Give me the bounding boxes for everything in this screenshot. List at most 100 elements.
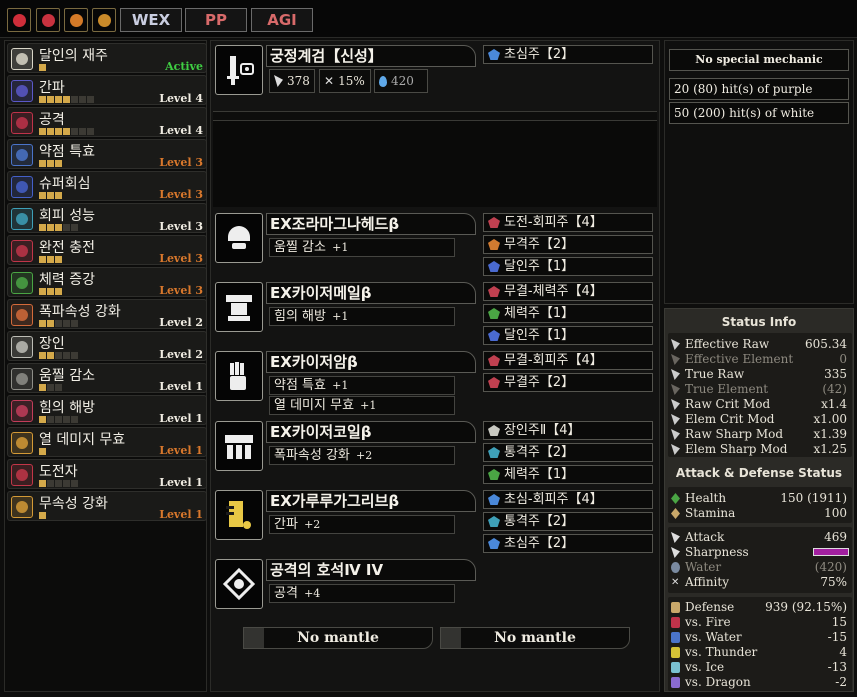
skill-level: Level 3	[159, 252, 203, 265]
chest-icon[interactable]	[215, 282, 263, 332]
armor-decoration[interactable]: 체력주【1】	[483, 465, 653, 484]
armor-decoration[interactable]: 초심-회피주【4】	[483, 490, 653, 509]
helm-icon[interactable]	[215, 213, 263, 263]
skill-name: 힘의 해방	[39, 400, 95, 416]
weapon-name[interactable]: 궁정계검【신성】	[266, 45, 476, 67]
armor-name[interactable]: EX카이저메일β	[266, 282, 476, 304]
armor-decoration[interactable]: 도전-회피주【4】	[483, 213, 653, 232]
skill-pip	[55, 480, 62, 487]
armor-name[interactable]: 공격의 호석Ⅳ IV	[266, 559, 476, 581]
status-icon	[671, 384, 680, 395]
evade-window-icon	[11, 208, 33, 230]
status-row: Effective Element 0	[669, 352, 851, 367]
waist-icon[interactable]	[215, 421, 263, 471]
skill-row[interactable]: 체력 증강 Level 3	[7, 267, 207, 297]
skill-row[interactable]: 폭파속성 강화 Level 2	[7, 299, 207, 329]
status-value: (42)	[822, 382, 847, 396]
skill-row[interactable]: 간파 Level 4	[7, 75, 207, 105]
armor-decoration[interactable]: 달인주【1】	[483, 257, 653, 276]
armor-skill: 힘의 해방 +1	[269, 307, 455, 326]
status-panel: Status Info Effective Raw 605.34 Effective…	[664, 308, 854, 692]
armor-decoration[interactable]: 체력주【1】	[483, 304, 653, 323]
armor-skill-name: 움찔 감소	[274, 240, 326, 255]
status-row: Elem Sharp Mod x1.25	[669, 442, 851, 457]
skill-level-pips	[39, 512, 46, 519]
skill-pip	[39, 96, 46, 103]
armor-decoration[interactable]: 통격주【2】	[483, 443, 653, 462]
skill-row[interactable]: 힘의 해방 Level 1	[7, 395, 207, 425]
skill-pip	[63, 480, 70, 487]
skill-name: 장인	[39, 336, 65, 352]
skill-row[interactable]: 완전 충전 Level 3	[7, 235, 207, 265]
defense-value: 15	[831, 615, 847, 629]
skill-row[interactable]: 회피 성능 Level 3	[7, 203, 207, 233]
skill-pip	[63, 128, 70, 135]
skill-pip	[39, 64, 46, 71]
skill-row[interactable]: 열 데미지 무효 Level 1	[7, 427, 207, 457]
armor-decoration[interactable]: 무격주【2】	[483, 235, 653, 254]
decoration-gem-icon	[488, 377, 500, 388]
skill-pip	[47, 128, 54, 135]
orange-flag-icon[interactable]	[92, 8, 116, 32]
armor-decoration[interactable]: 달인주【1】	[483, 326, 653, 345]
armor-name[interactable]: EX조라마그나헤드β	[266, 213, 476, 235]
skill-level: Level 2	[159, 316, 203, 329]
charm-icon[interactable]	[215, 559, 263, 609]
skill-pip	[39, 512, 46, 519]
armor-name[interactable]: EX카이저암β	[266, 351, 476, 373]
status-value: 0	[839, 352, 847, 366]
skill-row[interactable]: 슈퍼회심 Level 3	[7, 171, 207, 201]
status-value: x1.4	[821, 397, 847, 411]
armor-decoration[interactable]: 통격주【2】	[483, 512, 653, 531]
armor-skill: 공격 +4	[269, 584, 455, 603]
armor-decoration[interactable]: 장인주Ⅱ【4】	[483, 421, 653, 440]
skill-pip	[71, 96, 78, 103]
armor-decoration[interactable]: 무결-체력주【4】	[483, 282, 653, 301]
skill-name: 열 데미지 무효	[39, 432, 126, 448]
decoration-label: 달인주【1】	[504, 259, 575, 274]
equipment-panel: 궁정계검【신성】 378 ✕ 15% 420 초심주【2】 EX조라마그나헤드β…	[210, 40, 660, 692]
armor-name[interactable]: EX가루루가그리브β	[266, 490, 476, 512]
mantle-slot-1[interactable]: No mantle	[243, 627, 433, 649]
decoration-gem-icon	[488, 516, 500, 527]
armor-name[interactable]: EX카이저코일β	[266, 421, 476, 443]
skill-row[interactable]: 달인의 재주 Active	[7, 43, 207, 73]
orange-flag-icon[interactable]	[64, 8, 88, 32]
armor-skill: 폭파속성 강화 +2	[269, 446, 455, 465]
status-label: Raw Sharp Mod	[685, 427, 784, 441]
defense-icon	[671, 617, 680, 628]
skill-pip	[55, 256, 62, 263]
skill-pip	[63, 320, 70, 327]
weapon-icon[interactable]	[215, 45, 263, 95]
skill-row[interactable]: 도전자 Level 1	[7, 459, 207, 489]
mantle-slot-2[interactable]: No mantle	[440, 627, 630, 649]
red-flag-icon[interactable]	[7, 8, 31, 32]
skill-row[interactable]: 약점 특효 Level 3	[7, 139, 207, 169]
tag-agi[interactable]: AGI	[251, 8, 313, 32]
skill-level: Level 1	[159, 412, 203, 425]
weapon-decoration[interactable]: 초심주【2】	[483, 45, 653, 64]
skill-pip	[47, 224, 54, 231]
skill-name: 폭파속성 강화	[39, 304, 121, 320]
skill-pip	[55, 288, 62, 295]
decoration-label: 통격주【2】	[504, 514, 575, 529]
skill-row[interactable]: 공격 Level 4	[7, 107, 207, 137]
armor-decoration[interactable]: 무결-회피주【4】	[483, 351, 653, 370]
mantle-label: No mantle	[297, 630, 379, 646]
legs-icon[interactable]	[215, 490, 263, 540]
skill-pip	[71, 480, 78, 487]
decoration-label: 무결-체력주【4】	[504, 284, 603, 299]
skill-pip	[55, 128, 62, 135]
red-flag-icon[interactable]	[36, 8, 60, 32]
tag-wex[interactable]: WEX	[120, 8, 182, 32]
skill-row[interactable]: 움찔 감소 Level 1	[7, 363, 207, 393]
status-value: x1.25	[813, 442, 848, 456]
decoration-gem-icon	[488, 425, 500, 436]
arms-icon[interactable]	[215, 351, 263, 401]
armor-decoration[interactable]: 초심주【2】	[483, 534, 653, 553]
skill-row[interactable]: 무속성 강화 Level 1	[7, 491, 207, 521]
armor-decoration[interactable]: 무결주【2】	[483, 373, 653, 392]
tag-pp[interactable]: PP	[185, 8, 247, 32]
skill-level-pips	[39, 160, 62, 167]
skill-row[interactable]: 장인 Level 2	[7, 331, 207, 361]
